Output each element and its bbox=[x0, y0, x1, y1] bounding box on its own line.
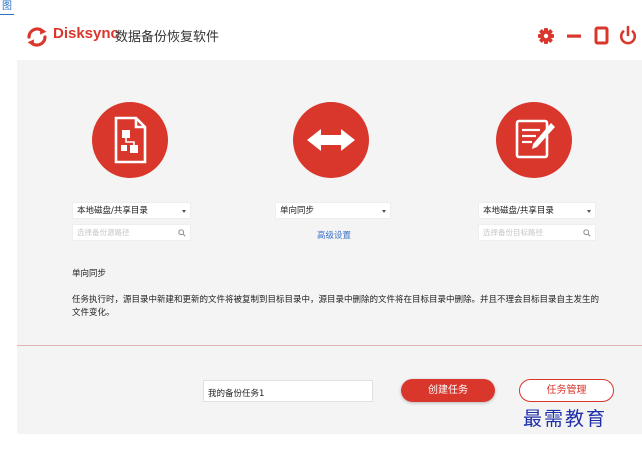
document-transfer-icon bbox=[114, 116, 147, 164]
sync-mode-icon-button[interactable] bbox=[293, 102, 369, 178]
app-window: Disksync 数据备份恢复软件 本地磁盘/共享目录 选择备份源路径 单向同步… bbox=[17, 14, 642, 434]
target-type-value: 本地磁盘/共享目录 bbox=[483, 206, 554, 216]
create-task-button[interactable]: 创建任务 bbox=[401, 379, 495, 402]
mode-description: 任务执行时，源目录中新建和更新的文件将被复制到目标目录中，源目录中删除的文件将在… bbox=[72, 295, 600, 318]
source-path-input[interactable] bbox=[75, 226, 171, 239]
corner-tag: 图 bbox=[0, 0, 14, 15]
advanced-settings-link[interactable]: 高级设置 bbox=[317, 229, 351, 241]
gear-icon[interactable] bbox=[535, 24, 557, 48]
target-icon-button[interactable] bbox=[496, 102, 572, 178]
search-icon[interactable] bbox=[583, 229, 591, 237]
search-icon[interactable] bbox=[178, 229, 186, 237]
sync-mode-value: 单向同步 bbox=[280, 206, 315, 216]
minimize-icon[interactable] bbox=[564, 24, 586, 48]
source-path-field[interactable] bbox=[72, 224, 191, 241]
mode-title: 单向同步 bbox=[72, 269, 107, 279]
task-manage-button[interactable]: 任务管理 bbox=[519, 379, 614, 402]
source-type-value: 本地磁盘/共享目录 bbox=[77, 206, 148, 216]
sync-logo-icon bbox=[27, 27, 47, 47]
chevron-down-icon bbox=[587, 210, 591, 213]
watermark-text: 最需教育 bbox=[523, 408, 608, 430]
task-name-field[interactable] bbox=[203, 380, 373, 403]
sync-mode-select[interactable]: 单向同步 bbox=[275, 202, 391, 219]
title-bar: Disksync 数据备份恢复软件 bbox=[17, 14, 642, 60]
target-path-input[interactable] bbox=[481, 226, 577, 239]
power-icon[interactable] bbox=[617, 24, 639, 48]
maximize-icon[interactable] bbox=[591, 24, 613, 48]
app-title: 数据备份恢复软件 bbox=[115, 30, 220, 45]
divider bbox=[17, 345, 642, 346]
target-type-select[interactable]: 本地磁盘/共享目录 bbox=[478, 202, 596, 219]
target-path-field[interactable] bbox=[478, 224, 596, 241]
chevron-down-icon bbox=[182, 210, 186, 213]
brand-name: Disksync bbox=[53, 25, 119, 42]
chevron-down-icon bbox=[382, 210, 386, 213]
double-arrow-icon bbox=[307, 129, 355, 151]
source-icon-button[interactable] bbox=[92, 102, 168, 178]
task-name-input[interactable] bbox=[204, 383, 372, 403]
edit-document-icon bbox=[515, 119, 555, 159]
source-type-select[interactable]: 本地磁盘/共享目录 bbox=[72, 202, 191, 219]
